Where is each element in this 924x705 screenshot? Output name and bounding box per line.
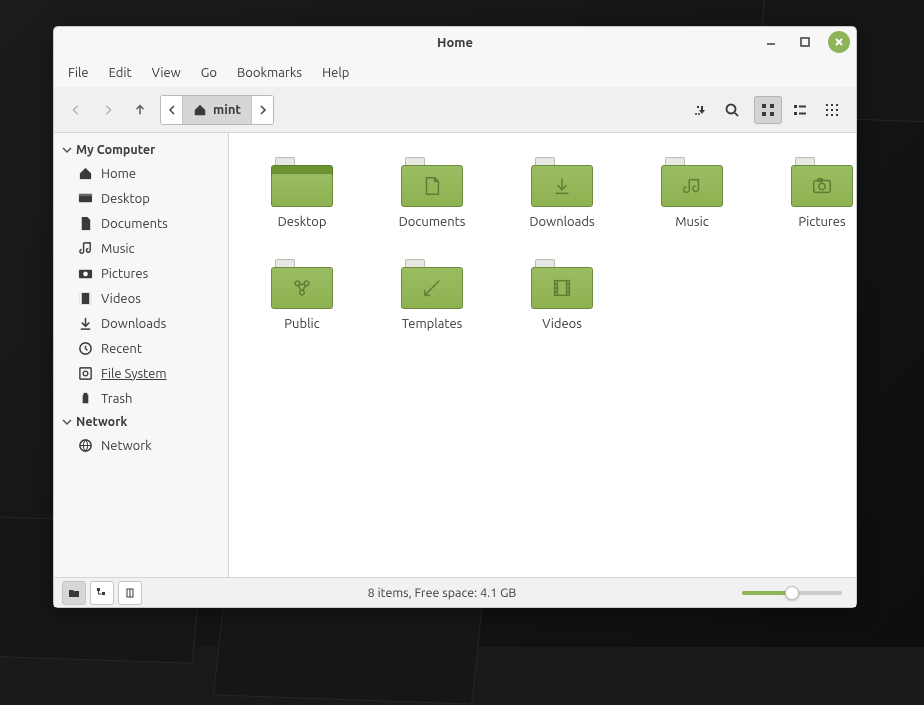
folder-item-templates[interactable]: Templates	[377, 259, 487, 331]
folder-icon	[271, 157, 333, 207]
folder-icon	[401, 259, 463, 309]
folder-label: Documents	[399, 215, 466, 229]
folder-icon	[531, 259, 593, 309]
nav-back-button[interactable]	[64, 98, 88, 122]
places-pane-button[interactable]	[62, 581, 86, 605]
folder-icon	[401, 157, 463, 207]
menu-help[interactable]: Help	[312, 62, 359, 84]
sidebar-item-recent[interactable]: Recent	[54, 336, 228, 361]
sidebar-item-videos[interactable]: Videos	[54, 286, 228, 311]
folder-icon	[661, 157, 723, 207]
path-label: mint	[213, 103, 241, 117]
sidebar-section-computer[interactable]: My Computer	[54, 139, 228, 161]
view-list-button[interactable]	[786, 96, 814, 124]
window-title: Home	[437, 36, 473, 50]
home-icon	[193, 103, 207, 117]
tree-pane-button[interactable]	[90, 581, 114, 605]
sidebar: My Computer Home Desktop Documents Music…	[54, 133, 229, 577]
statusbar: 8 items, Free space: 4.1 GB	[54, 577, 856, 607]
menu-go[interactable]: Go	[191, 62, 227, 84]
folder-item-pictures[interactable]: Pictures	[767, 157, 856, 229]
document-icon	[78, 216, 93, 231]
nav-forward-button[interactable]	[96, 98, 120, 122]
maximize-button[interactable]	[794, 31, 816, 53]
sidebar-item-documents[interactable]: Documents	[54, 211, 228, 236]
folder-item-music[interactable]: Music	[637, 157, 747, 229]
toolbar: mint	[54, 87, 856, 133]
sidebar-item-network[interactable]: Network	[54, 433, 228, 458]
status-text: 8 items, Free space: 4.1 GB	[142, 586, 742, 600]
folder-label: Templates	[402, 317, 463, 331]
sidebar-item-music[interactable]: Music	[54, 236, 228, 261]
window-controls	[760, 31, 850, 53]
folder-grid: DesktopDocumentsDownloadsMusicPicturesPu…	[247, 157, 838, 331]
desktop-icon	[78, 191, 93, 206]
music-icon	[78, 241, 93, 256]
menu-bookmarks[interactable]: Bookmarks	[227, 62, 312, 84]
globe-icon	[78, 438, 93, 453]
sidebar-item-trash[interactable]: Trash	[54, 386, 228, 411]
file-manager-window: Home File Edit View Go Bookmarks Help	[53, 26, 857, 608]
folder-label: Videos	[542, 317, 582, 331]
camera-icon	[78, 266, 93, 281]
folder-item-public[interactable]: Public	[247, 259, 357, 331]
view-compact-button[interactable]	[818, 96, 846, 124]
folder-item-desktop[interactable]: Desktop	[247, 157, 357, 229]
folder-label: Downloads	[529, 215, 594, 229]
path-next-button[interactable]	[251, 96, 273, 124]
menu-edit[interactable]: Edit	[99, 62, 142, 84]
pathbar: mint	[160, 95, 274, 125]
folder-item-document[interactable]: Documents	[377, 157, 487, 229]
trash-icon	[78, 391, 93, 406]
home-icon	[78, 166, 93, 181]
folder-item-videos[interactable]: Videos	[507, 259, 617, 331]
video-icon	[78, 291, 93, 306]
chevron-down-icon	[62, 145, 72, 155]
close-button[interactable]	[828, 31, 850, 53]
path-segment-current[interactable]: mint	[183, 96, 251, 124]
titlebar[interactable]: Home	[54, 27, 856, 59]
folder-label: Desktop	[278, 215, 327, 229]
zoom-handle[interactable]	[785, 586, 799, 600]
disk-icon	[78, 366, 93, 381]
close-pane-button[interactable]	[118, 581, 142, 605]
sidebar-item-home[interactable]: Home	[54, 161, 228, 186]
view-icons-button[interactable]	[754, 96, 782, 124]
content-area[interactable]: Desktop Documents Downloads Music Pictures Pu…	[229, 133, 856, 577]
sidebar-item-filesystem[interactable]: File System	[54, 361, 228, 386]
menubar: File Edit View Go Bookmarks Help	[54, 59, 856, 87]
toggle-location-button[interactable]	[686, 96, 714, 124]
sidebar-item-downloads[interactable]: Downloads	[54, 311, 228, 336]
clock-icon	[78, 341, 93, 356]
folder-label: Music	[675, 215, 709, 229]
folder-item-download[interactable]: Downloads	[507, 157, 617, 229]
nav-up-button[interactable]	[128, 98, 152, 122]
download-icon	[78, 316, 93, 331]
sidebar-item-desktop[interactable]: Desktop	[54, 186, 228, 211]
minimize-button[interactable]	[760, 31, 782, 53]
sidebar-section-network[interactable]: Network	[54, 411, 228, 433]
path-prev-button[interactable]	[161, 96, 183, 124]
folder-label: Pictures	[798, 215, 845, 229]
folder-icon	[531, 157, 593, 207]
search-button[interactable]	[718, 96, 746, 124]
sidebar-item-pictures[interactable]: Pictures	[54, 261, 228, 286]
menu-view[interactable]: View	[142, 62, 191, 84]
zoom-slider[interactable]	[742, 591, 842, 595]
folder-icon	[271, 259, 333, 309]
menu-file[interactable]: File	[58, 62, 99, 84]
folder-label: Public	[284, 317, 319, 331]
folder-icon	[791, 157, 853, 207]
chevron-down-icon	[62, 417, 72, 427]
